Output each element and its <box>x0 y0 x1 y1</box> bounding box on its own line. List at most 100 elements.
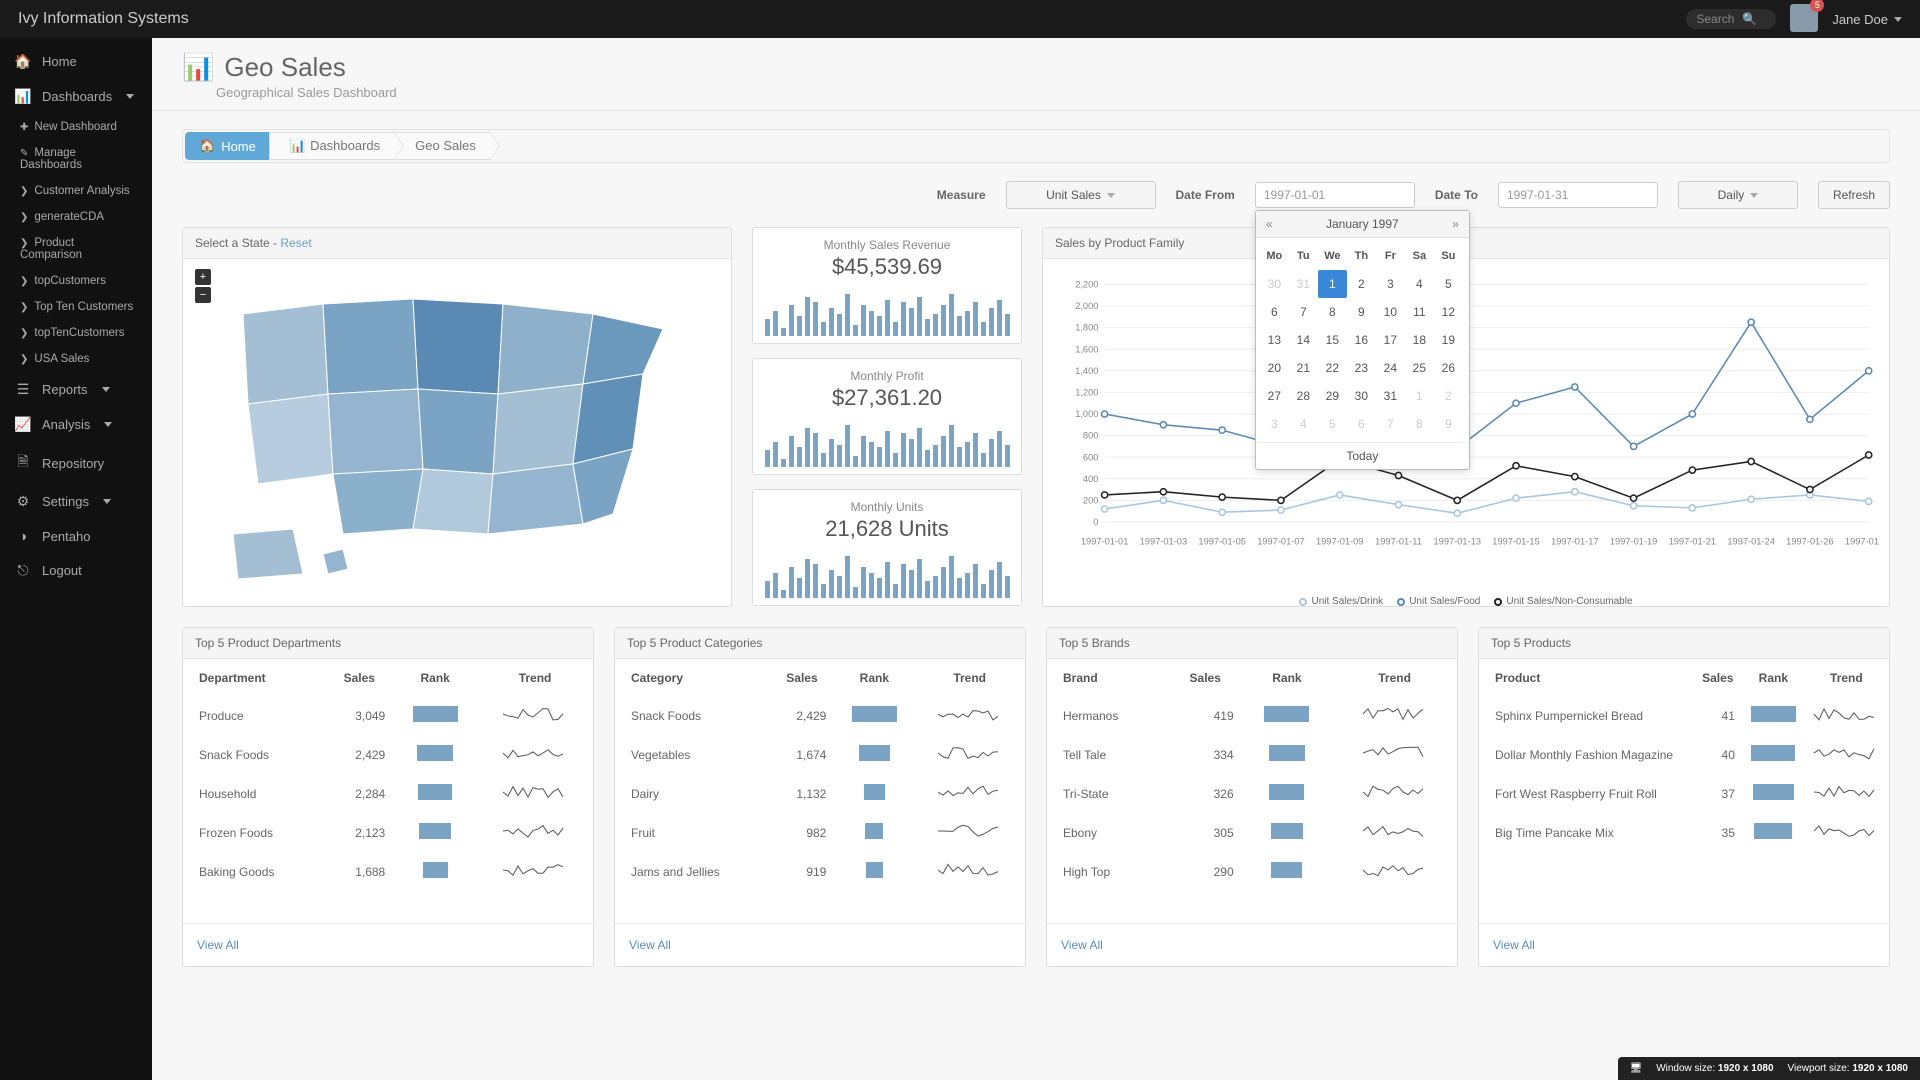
datepicker-month[interactable]: January 1997 <box>1326 217 1399 231</box>
dp-day[interactable]: 2 <box>1434 382 1463 410</box>
view-all-link[interactable]: View All <box>1047 923 1457 966</box>
breadcrumb-home[interactable]: 🏠Home <box>185 132 270 160</box>
dp-day[interactable]: 31 <box>1289 270 1318 298</box>
dp-day[interactable]: 21 <box>1289 354 1318 382</box>
date-from-input[interactable] <box>1255 182 1415 208</box>
measure-dropdown[interactable]: Unit Sales <box>1006 181 1156 209</box>
map-reset[interactable]: Reset <box>280 236 311 250</box>
dp-day[interactable]: 29 <box>1318 382 1347 410</box>
dp-day[interactable]: 23 <box>1347 354 1376 382</box>
table-row[interactable]: Vegetables1,674 <box>617 736 1023 773</box>
dp-day[interactable]: 17 <box>1376 326 1405 354</box>
dp-day[interactable]: 22 <box>1318 354 1347 382</box>
dp-day[interactable]: 14 <box>1289 326 1318 354</box>
sidebar-analysis[interactable]: 📈Analysis <box>0 407 152 442</box>
dp-day[interactable]: 8 <box>1318 298 1347 326</box>
interval-dropdown[interactable]: Daily <box>1678 181 1798 209</box>
dp-day[interactable]: 4 <box>1405 270 1434 298</box>
dp-day[interactable]: 9 <box>1434 410 1463 438</box>
dp-day[interactable]: 1 <box>1405 382 1434 410</box>
sidebar-top-ten[interactable]: ❯Top Ten Customers <box>0 294 152 320</box>
table-row[interactable]: Ebony305 <box>1049 814 1455 851</box>
datepicker-next[interactable]: » <box>1452 217 1459 231</box>
table-row[interactable]: Sphinx Pumpernickel Bread41 <box>1481 697 1887 734</box>
sidebar-manage-dashboards[interactable]: ✎Manage Dashboards <box>0 140 152 178</box>
dp-day[interactable]: 15 <box>1318 326 1347 354</box>
sidebar-new-dashboard[interactable]: ✚New Dashboard <box>0 114 152 140</box>
dp-day[interactable]: 3 <box>1260 410 1289 438</box>
dp-day[interactable]: 1 <box>1318 270 1347 298</box>
view-all-link[interactable]: View All <box>183 923 593 966</box>
dp-day[interactable]: 5 <box>1318 410 1347 438</box>
dp-day[interactable]: 3 <box>1376 270 1405 298</box>
zoom-in-button[interactable]: + <box>195 269 211 285</box>
table-row[interactable]: Produce3,049 <box>185 697 591 734</box>
dp-day[interactable]: 11 <box>1405 298 1434 326</box>
table-row[interactable]: Jams and Jellies919 <box>617 853 1023 890</box>
table-row[interactable]: Snack Foods2,429 <box>185 736 591 773</box>
view-all-link[interactable]: View All <box>615 923 1025 966</box>
sidebar-generate-cda[interactable]: ❯generateCDA <box>0 204 152 230</box>
dp-day[interactable]: 30 <box>1347 382 1376 410</box>
sidebar-product-comparison[interactable]: ❯Product Comparison <box>0 230 152 268</box>
search-input[interactable]: Search 🔍 <box>1686 9 1776 29</box>
dp-day[interactable]: 2 <box>1347 270 1376 298</box>
dp-day[interactable]: 19 <box>1434 326 1463 354</box>
table-row[interactable]: Snack Foods2,429 <box>617 697 1023 734</box>
brand[interactable]: Ivy Information Systems <box>18 10 189 28</box>
dp-day[interactable]: 7 <box>1289 298 1318 326</box>
us-map[interactable] <box>213 274 703 584</box>
table-row[interactable]: Household2,284 <box>185 775 591 812</box>
table-row[interactable]: Tell Tale334 <box>1049 736 1455 773</box>
table-row[interactable]: Fruit982 <box>617 814 1023 851</box>
sidebar-settings[interactable]: ⚙Settings <box>0 484 152 519</box>
sidebar-reports[interactable]: ☰Reports <box>0 372 152 407</box>
dp-day[interactable]: 9 <box>1347 298 1376 326</box>
sidebar-logout[interactable]: ⎋Logout <box>0 553 152 588</box>
sidebar-home[interactable]: 🏠Home <box>0 44 152 79</box>
table-row[interactable]: High Top290 <box>1049 853 1455 890</box>
zoom-out-button[interactable]: − <box>195 287 211 303</box>
sidebar-customer-analysis[interactable]: ❯Customer Analysis <box>0 178 152 204</box>
table-row[interactable]: Tri-State326 <box>1049 775 1455 812</box>
date-to-input[interactable] <box>1498 182 1658 208</box>
dp-day[interactable]: 20 <box>1260 354 1289 382</box>
table-row[interactable]: Dairy1,132 <box>617 775 1023 812</box>
sidebar-usa-sales[interactable]: ❯USA Sales <box>0 346 152 372</box>
dp-day[interactable]: 12 <box>1434 298 1463 326</box>
dp-day[interactable]: 18 <box>1405 326 1434 354</box>
dp-day[interactable]: 25 <box>1405 354 1434 382</box>
table-row[interactable]: Baking Goods1,688 <box>185 853 591 890</box>
dp-day[interactable]: 5 <box>1434 270 1463 298</box>
dp-day[interactable]: 31 <box>1376 382 1405 410</box>
sidebar-repository[interactable]: 🗎Repository <box>0 442 152 484</box>
user-menu[interactable]: Jane Doe <box>1832 12 1902 27</box>
dp-day[interactable]: 30 <box>1260 270 1289 298</box>
notifications[interactable]: 5 <box>1790 4 1818 35</box>
dp-day[interactable]: 27 <box>1260 382 1289 410</box>
dp-day[interactable]: 13 <box>1260 326 1289 354</box>
datepicker-prev[interactable]: « <box>1266 217 1273 231</box>
dp-day[interactable]: 28 <box>1289 382 1318 410</box>
datepicker-today[interactable]: Today <box>1256 442 1469 469</box>
sidebar-top-ten-customers[interactable]: ❯topTenCustomers <box>0 320 152 346</box>
dp-day[interactable]: 6 <box>1347 410 1376 438</box>
dp-day[interactable]: 24 <box>1376 354 1405 382</box>
table-row[interactable]: Dollar Monthly Fashion Magazine40 <box>1481 736 1887 773</box>
table-row[interactable]: Hermanos419 <box>1049 697 1455 734</box>
dp-day[interactable]: 10 <box>1376 298 1405 326</box>
sidebar-dashboards[interactable]: 📊Dashboards <box>0 79 152 114</box>
table-row[interactable]: Big Time Pancake Mix35 <box>1481 814 1887 851</box>
dp-day[interactable]: 7 <box>1376 410 1405 438</box>
dp-day[interactable]: 16 <box>1347 326 1376 354</box>
refresh-button[interactable]: Refresh <box>1818 181 1890 209</box>
dp-day[interactable]: 4 <box>1289 410 1318 438</box>
view-all-link[interactable]: View All <box>1479 923 1889 966</box>
dp-day[interactable]: 8 <box>1405 410 1434 438</box>
breadcrumb-dashboards[interactable]: 📊Dashboards <box>269 132 395 160</box>
sidebar-pentaho[interactable]: ◑Pentaho <box>0 519 152 553</box>
dp-day[interactable]: 6 <box>1260 298 1289 326</box>
dp-day[interactable]: 26 <box>1434 354 1463 382</box>
sidebar-top-customers[interactable]: ❯topCustomers <box>0 268 152 294</box>
table-row[interactable]: Fort West Raspberry Fruit Roll37 <box>1481 775 1887 812</box>
